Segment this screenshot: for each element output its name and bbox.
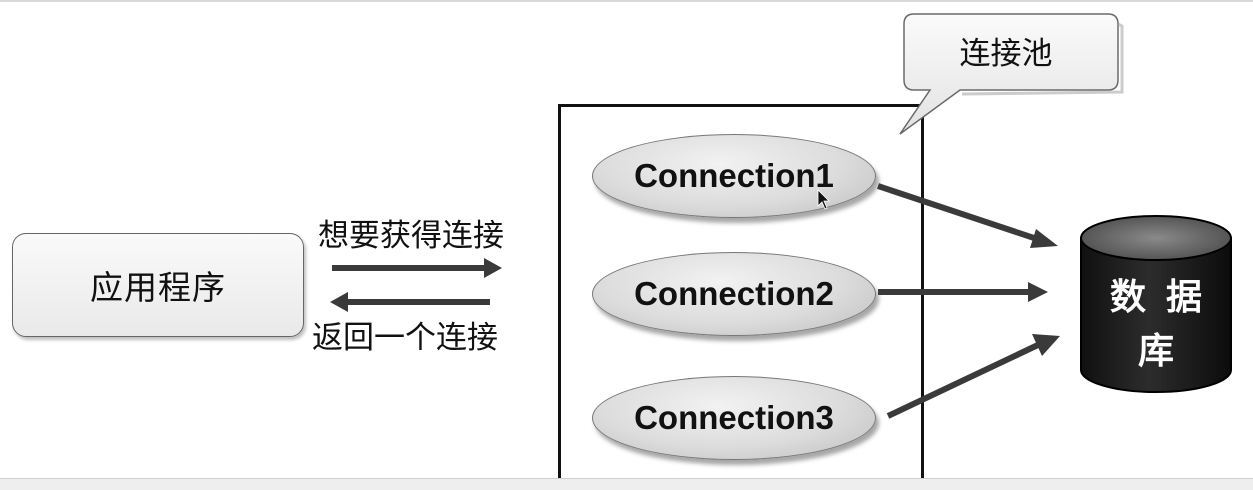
database-char-2: 据 bbox=[1166, 277, 1203, 318]
connection-1-arrow bbox=[877, 183, 1058, 248]
bottom-divider bbox=[0, 478, 1253, 490]
mouse-cursor-icon bbox=[817, 189, 830, 210]
connection-3-arrow bbox=[886, 334, 1060, 419]
request-arrow bbox=[332, 258, 502, 278]
diagram-canvas: 应用程序 想要获得连接 返回一个连接 Connection1 Connectio… bbox=[0, 0, 1253, 490]
return-arrow bbox=[330, 292, 490, 312]
connection-2-arrow bbox=[878, 282, 1048, 302]
database-char-1: 数 bbox=[1110, 277, 1147, 318]
connection-pool-callout-label: 连接池 bbox=[959, 35, 1053, 72]
database-char-3: 库 bbox=[1138, 331, 1175, 372]
